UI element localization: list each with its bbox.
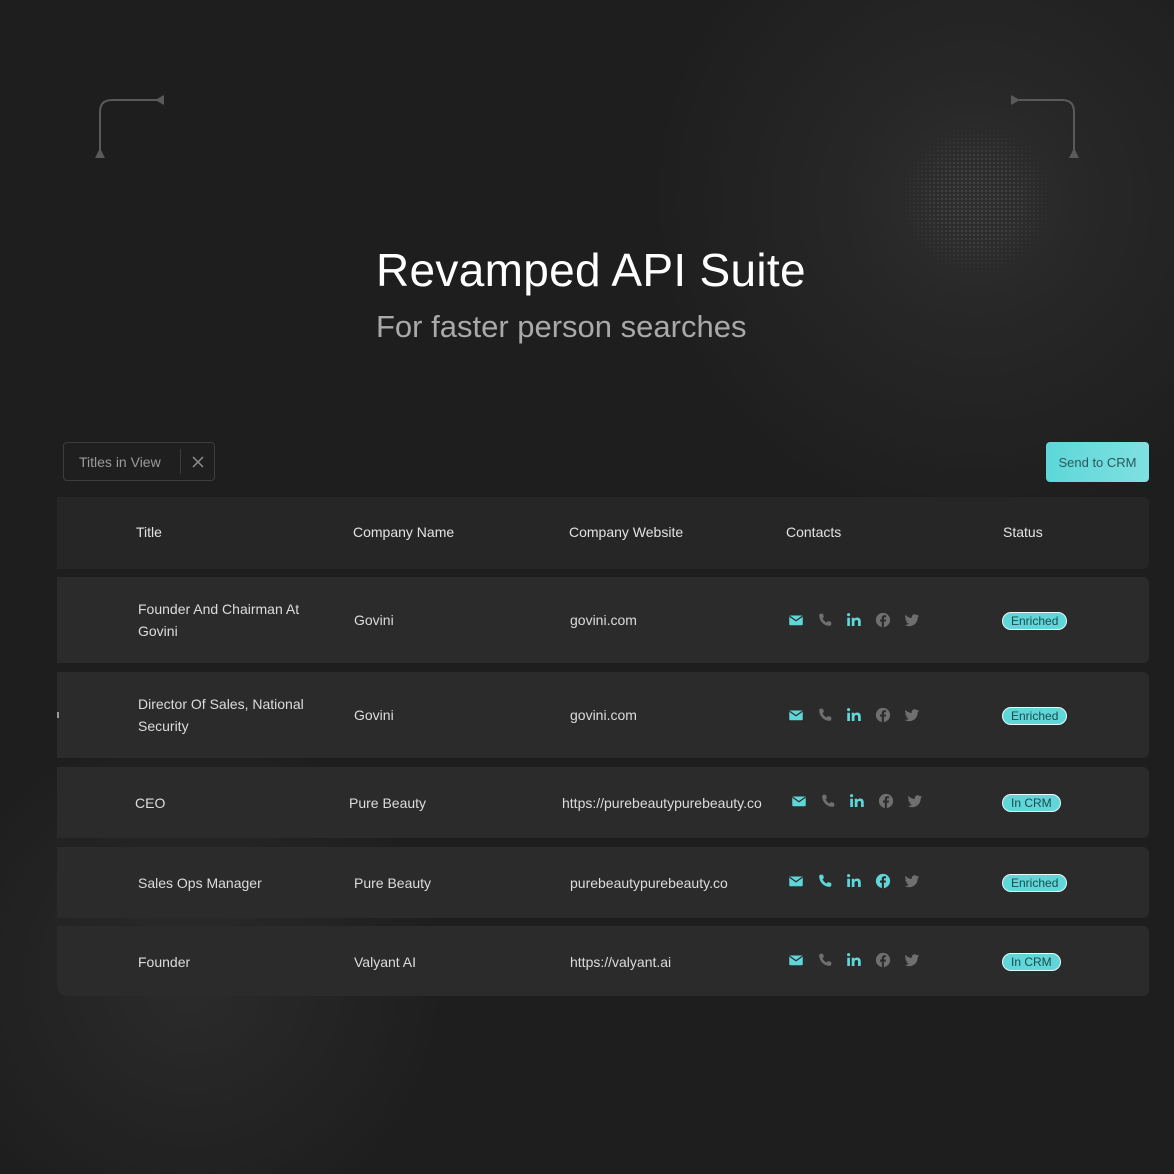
row-title: Founder And Chairman At Govini [138, 601, 300, 639]
status-badge: Enriched [1002, 612, 1068, 630]
status-badge: In CRM [1002, 794, 1061, 812]
contact-icons [786, 871, 922, 891]
facebook-icon[interactable] [873, 610, 893, 630]
close-icon[interactable] [181, 443, 214, 480]
table-row[interactable]: Founder Valyant AI https://valyant.ai In… [57, 926, 1149, 996]
phone-icon[interactable] [815, 950, 835, 970]
contact-icons [786, 610, 922, 630]
row-website[interactable]: https://valyant.ai [570, 954, 671, 970]
column-header-contacts[interactable]: Contacts [786, 524, 841, 540]
row-website[interactable]: purebeautypurebeauty.co [570, 875, 728, 891]
twitter-icon[interactable] [902, 950, 922, 970]
facebook-icon[interactable] [876, 791, 896, 811]
row-title: CEO [135, 795, 166, 811]
mail-icon[interactable] [786, 950, 806, 970]
mail-icon[interactable] [786, 705, 806, 725]
column-header-status[interactable]: Status [1003, 524, 1043, 540]
filter-chip[interactable]: Titles in View [63, 442, 215, 481]
corner-arrow-left-icon [95, 95, 164, 158]
facebook-icon[interactable] [873, 950, 893, 970]
column-header-title[interactable]: Title [136, 524, 162, 540]
table-header: Title Company Name Company Website Conta… [57, 497, 1149, 569]
phone-icon[interactable] [815, 610, 835, 630]
status-badge: In CRM [1002, 953, 1061, 971]
status-badge: Enriched [1002, 874, 1068, 892]
row-title: Founder [138, 954, 191, 970]
row-company: Govini [354, 612, 394, 628]
linkedin-icon[interactable] [844, 871, 864, 891]
contact-icons [789, 791, 925, 811]
row-website[interactable]: govini.com [570, 707, 637, 723]
table-row[interactable]: Sales Ops Manager Pure Beauty purebeauty… [57, 847, 1149, 918]
mail-icon[interactable] [789, 791, 809, 811]
filter-chip-label: Titles in View [79, 453, 161, 470]
row-title: Director Of Sales, National Security [138, 696, 304, 734]
phone-icon[interactable] [818, 791, 838, 811]
facebook-icon[interactable] [873, 871, 893, 891]
hero-subtitle: For faster person searches [376, 309, 747, 344]
send-to-crm-button[interactable]: Send to CRM [1046, 442, 1149, 482]
phone-icon[interactable] [815, 705, 835, 725]
contact-icons [786, 950, 922, 970]
table-row[interactable]: Director Of Sales, National Security Gov… [57, 672, 1149, 758]
row-edge-marker [57, 712, 59, 718]
status-badge: Enriched [1002, 707, 1068, 725]
phone-icon[interactable] [815, 871, 835, 891]
row-title: Sales Ops Manager [138, 875, 262, 891]
corner-arrow-right-icon [1011, 95, 1079, 158]
mail-icon[interactable] [786, 871, 806, 891]
canvas: Revamped API Suite For faster person sea… [0, 0, 1174, 1174]
table-row[interactable]: Founder And Chairman At Govini Govini go… [57, 577, 1149, 663]
row-website[interactable]: govini.com [570, 612, 637, 628]
linkedin-icon[interactable] [844, 705, 864, 725]
row-website[interactable]: https://purebeautypurebeauty.co [562, 795, 762, 811]
linkedin-icon[interactable] [844, 610, 864, 630]
facebook-icon[interactable] [873, 705, 893, 725]
twitter-icon[interactable] [905, 791, 925, 811]
linkedin-icon[interactable] [844, 950, 864, 970]
table-row[interactable]: CEO Pure Beauty https://purebeautypurebe… [57, 767, 1149, 838]
twitter-icon[interactable] [902, 871, 922, 891]
twitter-icon[interactable] [902, 705, 922, 725]
row-company: Valyant AI [354, 954, 417, 970]
row-company: Govini [354, 707, 394, 723]
mail-icon[interactable] [786, 610, 806, 630]
column-header-website[interactable]: Company Website [569, 524, 683, 540]
linkedin-icon[interactable] [847, 791, 867, 811]
twitter-icon[interactable] [902, 610, 922, 630]
row-company: Pure Beauty [349, 795, 427, 811]
column-header-company[interactable]: Company Name [353, 524, 454, 540]
hero-title: Revamped API Suite [376, 244, 806, 296]
row-company: Pure Beauty [354, 875, 432, 891]
contact-icons [786, 705, 922, 725]
